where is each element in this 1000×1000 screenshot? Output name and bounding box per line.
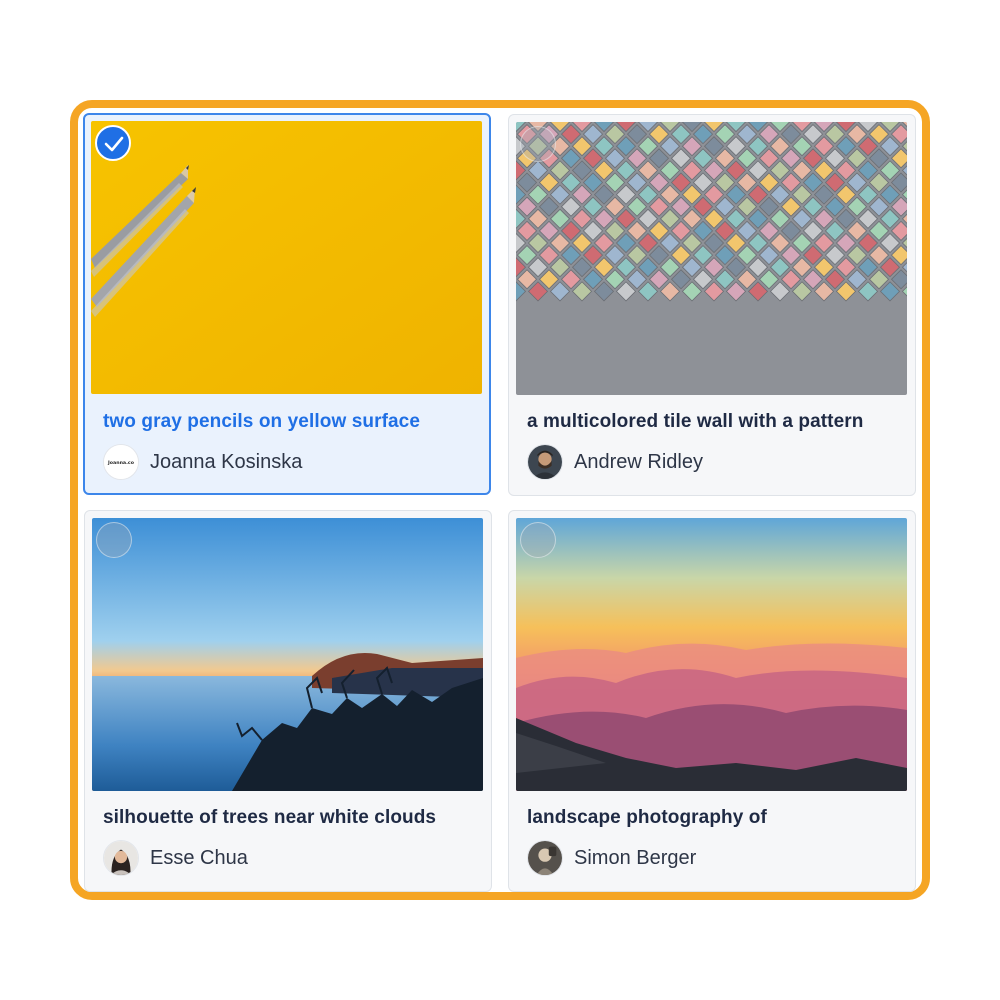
logo-avatar: Joanna.co [103, 444, 139, 480]
photo-title: a multicolored tile wall with a pattern [527, 411, 864, 432]
photo-card[interactable]: two gray pencils on yellow surface Joann… [83, 113, 491, 495]
photo-author: Esse Chua [103, 840, 248, 876]
author-name: Esse Chua [150, 846, 248, 869]
photo-thumbnail [92, 518, 483, 791]
image-picker-grid: two gray pencils on yellow surface Joann… [70, 100, 930, 900]
photo-card[interactable]: landscape photography of Simon Berger [508, 510, 916, 892]
photo-author: Andrew Ridley [527, 444, 703, 480]
author-name: Simon Berger [574, 846, 697, 869]
photo-thumbnail [516, 518, 907, 791]
selection-checkbox[interactable] [95, 125, 131, 161]
photo-thumbnail [516, 122, 907, 395]
person-avatar [527, 840, 563, 876]
photo-thumbnail [91, 121, 482, 394]
person-avatar [103, 840, 139, 876]
svg-text:Joanna.co: Joanna.co [107, 460, 135, 466]
photo-title: two gray pencils on yellow surface [103, 411, 420, 432]
selection-checkbox[interactable] [520, 126, 556, 162]
photo-card[interactable]: a multicolored tile wall with a pattern … [508, 114, 916, 496]
selection-checkbox[interactable] [96, 522, 132, 558]
person-avatar [527, 444, 563, 480]
photo-author: Simon Berger [527, 840, 696, 876]
photo-card[interactable]: silhouette of trees near white clouds Es… [84, 510, 492, 892]
photo-title: silhouette of trees near white clouds [103, 807, 437, 828]
author-name: Andrew Ridley [574, 450, 703, 473]
photo-title: landscape photography of [527, 807, 767, 828]
checkmark-icon [104, 136, 124, 152]
photo-author: Joanna.co Joanna Kosinska [103, 444, 302, 480]
author-name: Joanna Kosinska [150, 450, 303, 473]
selection-checkbox[interactable] [520, 522, 556, 558]
